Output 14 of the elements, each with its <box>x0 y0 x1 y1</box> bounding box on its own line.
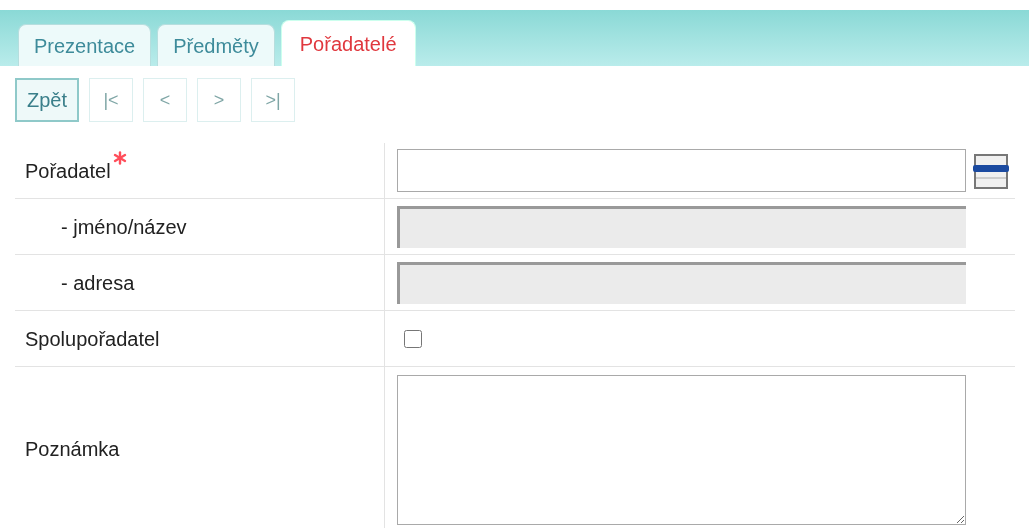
readonly-field[interactable] <box>397 261 966 304</box>
nav-button[interactable]: Zpět <box>15 78 80 122</box>
readonly-field[interactable] <box>397 205 966 248</box>
text-field[interactable] <box>397 149 966 192</box>
checkbox[interactable] <box>404 329 422 348</box>
tab[interactable]: Prezentace <box>18 24 152 66</box>
field-label: Poznámka <box>25 437 120 462</box>
lookup-list-icon[interactable] <box>972 151 1010 190</box>
tab[interactable]: Pořadatelé <box>280 20 416 66</box>
field-label: - jméno/název <box>60 214 187 240</box>
tab[interactable]: Předměty <box>157 24 275 66</box>
field-label: Pořadatel <box>25 158 111 184</box>
field-label: - adresa <box>60 270 135 296</box>
field-label: Spolupořadatel <box>25 326 160 352</box>
